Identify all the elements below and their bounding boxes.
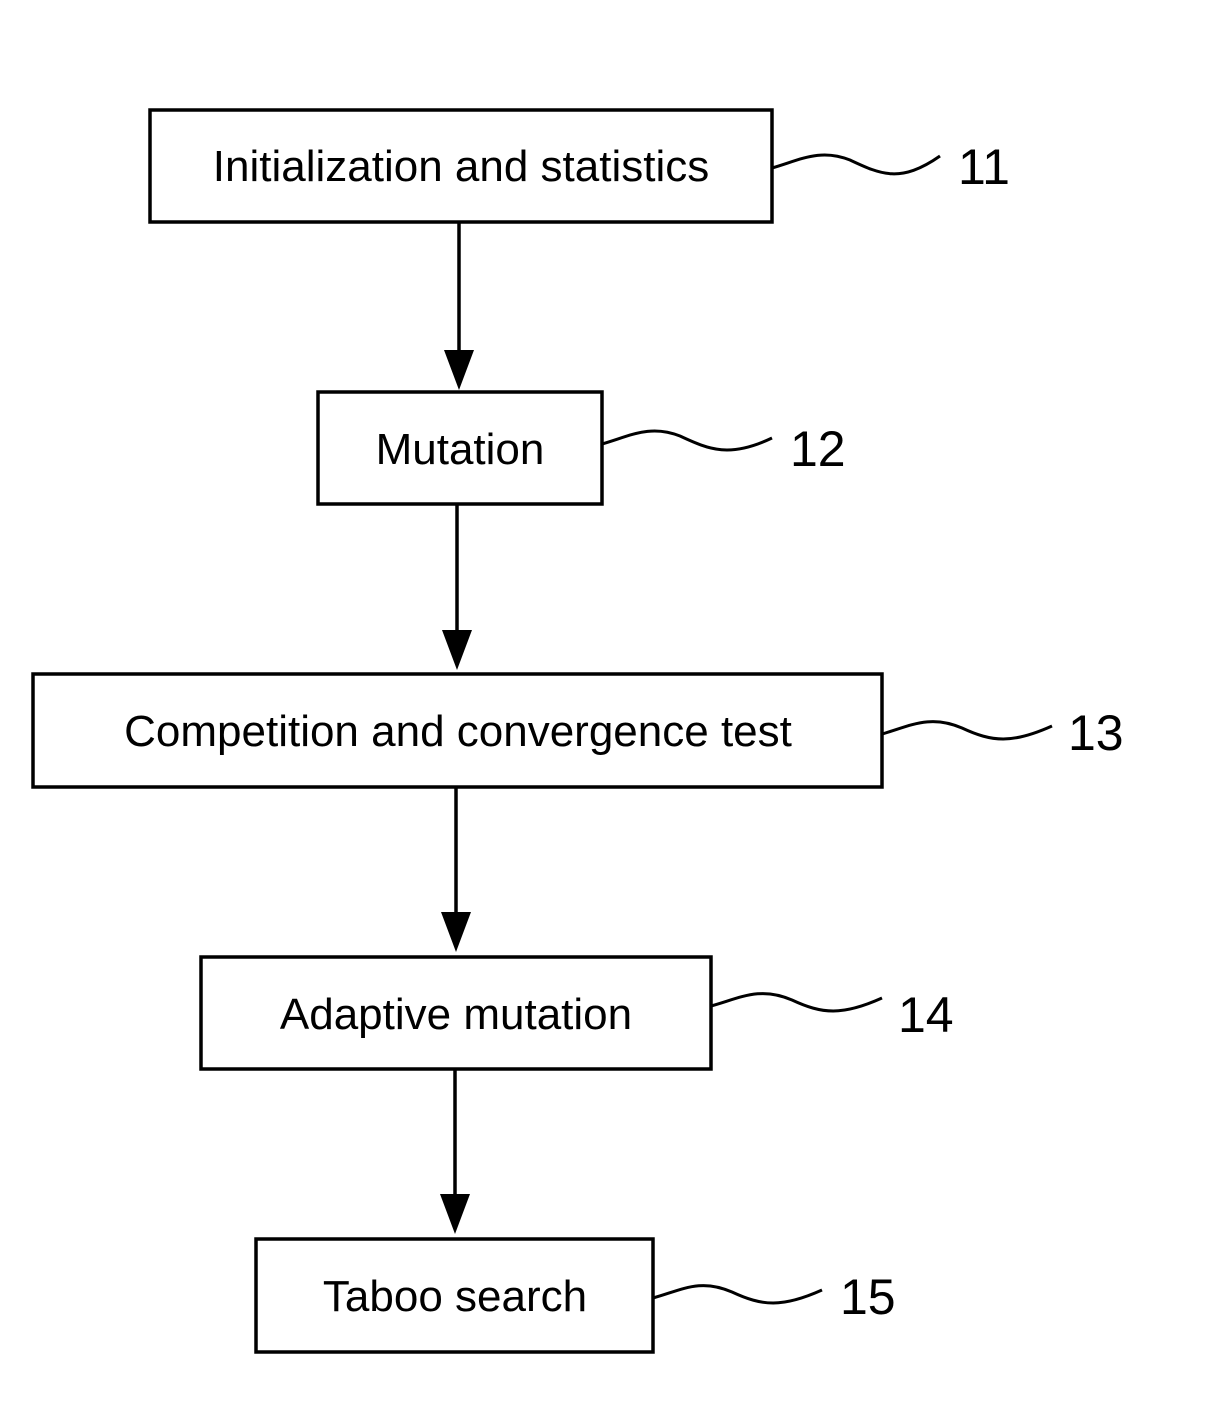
step-14: Adaptive mutation 14 bbox=[199, 955, 954, 1071]
step-label: Taboo search bbox=[323, 1272, 587, 1321]
step-12: Mutation 12 bbox=[316, 390, 846, 506]
step-label: Adaptive mutation bbox=[280, 990, 632, 1039]
leader-line bbox=[710, 992, 883, 1013]
reference-numeral: 11 bbox=[958, 139, 1010, 195]
reference-numeral: 13 bbox=[1068, 705, 1124, 761]
leader-line bbox=[652, 1284, 823, 1305]
arrow-11-to-12 bbox=[444, 222, 474, 390]
arrow-13-to-14 bbox=[441, 787, 471, 952]
step-label: Initialization and statistics bbox=[213, 142, 709, 191]
reference-numeral: 15 bbox=[840, 1269, 896, 1325]
step-11: Initialization and statistics 11 bbox=[148, 108, 1010, 224]
arrow-14-to-15 bbox=[440, 1069, 470, 1234]
step-label: Competition and convergence test bbox=[124, 707, 792, 756]
reference-numeral: 12 bbox=[790, 421, 846, 477]
step-15: Taboo search 15 bbox=[254, 1237, 896, 1354]
reference-numeral: 14 bbox=[898, 987, 954, 1043]
arrow-12-to-13 bbox=[442, 504, 472, 670]
arrowhead-icon bbox=[444, 350, 474, 390]
arrowhead-icon bbox=[442, 630, 472, 670]
step-13: Competition and convergence test 13 bbox=[31, 672, 1124, 789]
step-label: Mutation bbox=[376, 425, 545, 474]
leader-line bbox=[881, 720, 1053, 741]
leader-line bbox=[601, 429, 773, 452]
flowchart: Initialization and statistics 11 Mutatio… bbox=[31, 108, 1124, 1354]
arrowhead-icon bbox=[440, 1194, 470, 1234]
arrowhead-icon bbox=[441, 912, 471, 952]
leader-line bbox=[771, 153, 941, 176]
